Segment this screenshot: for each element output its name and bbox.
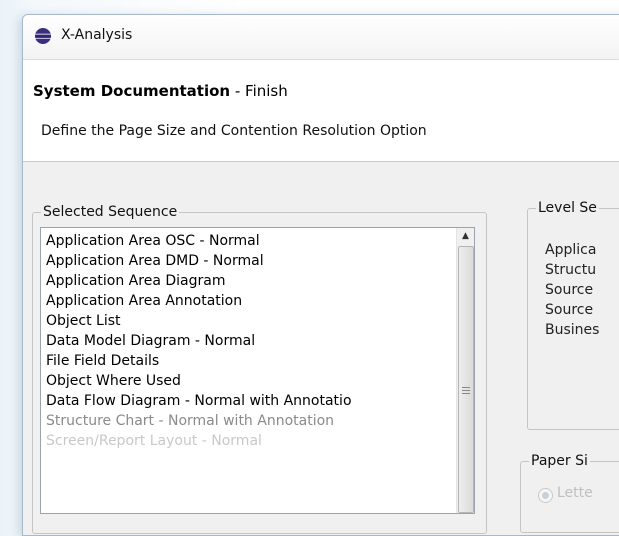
list-item[interactable]: Data Model Diagram - Normal	[46, 331, 255, 351]
scroll-grip-icon	[462, 387, 470, 388]
list-item[interactable]: Object List	[46, 311, 121, 331]
selected-sequence-list[interactable]: Application Area OSC - Normal Applicatio…	[40, 227, 475, 514]
list-item[interactable]: Object Where Used	[46, 371, 181, 391]
wizard-description: Define the Page Size and Contention Reso…	[41, 123, 427, 139]
list-item[interactable]: Application Area OSC - Normal	[46, 231, 260, 251]
level-item[interactable]: Source	[545, 280, 619, 300]
wizard-title: System Documentation - Finish	[33, 82, 288, 100]
list-item[interactable]: Screen/Report Layout - Normal	[46, 431, 262, 451]
selected-sequence-label: Selected Sequence	[41, 204, 180, 220]
level-item[interactable]: Structu	[545, 260, 619, 280]
level-settings-list: Applica Structu Source Source Busines	[545, 240, 619, 340]
paper-size-label: Paper Si	[529, 453, 590, 469]
eclipse-icon	[35, 28, 51, 44]
wizard-title-suffix: - Finish	[230, 82, 288, 100]
window-title: X-Analysis	[61, 27, 133, 43]
letter-radio-label: Lette	[557, 485, 593, 501]
letter-radio-button[interactable]	[538, 488, 553, 503]
scroll-up-arrow-icon[interactable]: ▲	[457, 228, 474, 245]
level-item[interactable]: Busines	[545, 320, 619, 340]
scroll-grip-line	[462, 393, 470, 394]
scroll-grip-line	[462, 390, 470, 391]
list-item[interactable]: Structure Chart - Normal with Annotation	[46, 411, 334, 431]
list-scrollbar[interactable]: ▲	[456, 228, 474, 513]
list-item[interactable]: Application Area DMD - Normal	[46, 251, 264, 271]
wizard-header: System Documentation - Finish Define the…	[23, 60, 619, 162]
list-item[interactable]: Data Flow Diagram - Normal with Annotati…	[46, 391, 352, 411]
level-item[interactable]: Applica	[545, 240, 619, 260]
level-item[interactable]: Source	[545, 300, 619, 320]
wizard-title-main: System Documentation	[33, 82, 231, 100]
list-item[interactable]: File Field Details	[46, 351, 159, 371]
scroll-thumb[interactable]	[458, 246, 474, 513]
list-item[interactable]: Application Area Annotation	[46, 291, 242, 311]
title-bar: X-Analysis	[23, 15, 619, 60]
level-settings-label: Level Se	[536, 200, 599, 216]
list-item[interactable]: Application Area Diagram	[46, 271, 225, 291]
